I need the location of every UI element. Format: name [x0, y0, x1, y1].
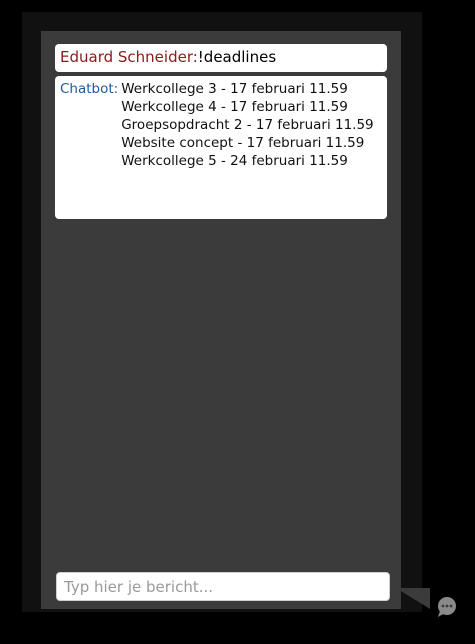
- bot-message: Chatbot: Werkcollege 3 - 17 februari 11.…: [55, 76, 387, 219]
- chat-bubble-tail: [396, 588, 430, 609]
- deadline-line: Werkcollege 5 - 24 februari 11.59: [121, 153, 348, 169]
- deadline-line: Werkcollege 4 - 17 februari 11.59: [121, 99, 348, 115]
- deadline-line: Groepsopdracht 2 - 17 februari 11.59: [121, 117, 374, 133]
- bot-sender-name: Chatbot:: [60, 81, 119, 97]
- user-sender-name: Eduard Schneider:: [60, 48, 198, 66]
- speech-bubble-icon: [438, 597, 456, 617]
- chat-toggle-button[interactable]: [436, 596, 458, 618]
- deadline-line: Werkcollege 3 - 17 februari 11.59: [121, 81, 348, 97]
- message-input[interactable]: [56, 572, 390, 601]
- user-message-text: !deadlines: [197, 48, 277, 66]
- deadline-line: Website concept - 17 februari 11.59: [121, 135, 365, 151]
- bot-message-lines: Werkcollege 3 - 17 februari 11.59 Werkco…: [121, 80, 382, 215]
- user-message: Eduard Schneider:!deadlines: [55, 44, 387, 72]
